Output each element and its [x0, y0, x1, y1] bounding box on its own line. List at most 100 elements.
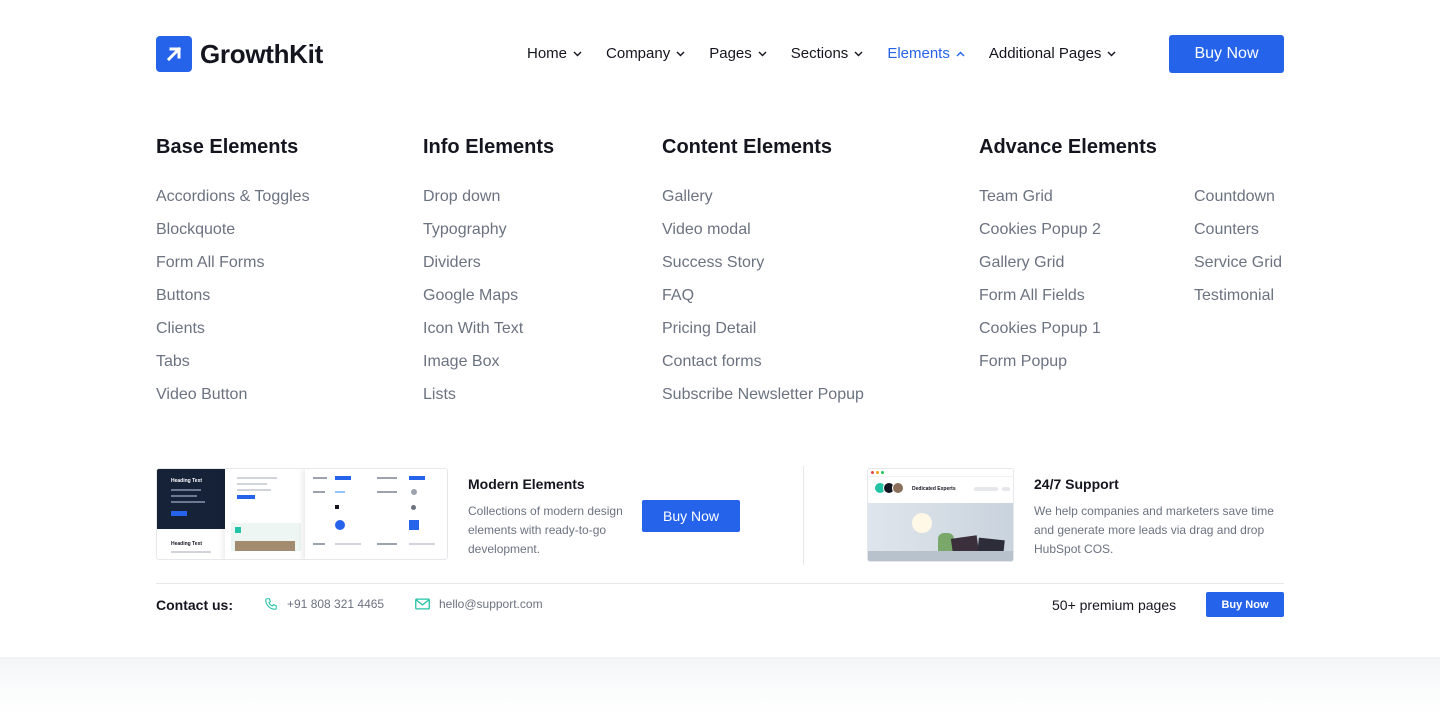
mail-icon: [415, 598, 430, 610]
menu-link[interactable]: Lists: [423, 385, 554, 418]
menu-link[interactable]: Pricing Detail: [662, 319, 864, 352]
preview-button: [171, 511, 187, 516]
menu-link[interactable]: Tabs: [156, 352, 310, 385]
nav-item-label: Additional Pages: [988, 45, 1102, 62]
menu-link[interactable]: Testimonial: [1194, 286, 1282, 319]
desk-shape: [868, 551, 1013, 561]
preview-middle-panel: [225, 469, 307, 559]
chevron-down-icon: [1107, 51, 1116, 56]
workspace-photo: [868, 503, 1013, 561]
menu-list: Drop down Typography Dividers Google Map…: [423, 187, 554, 418]
chevron-down-icon: [854, 51, 863, 56]
nav-item-sections[interactable]: Sections: [791, 45, 864, 62]
menu-link[interactable]: Countdown: [1194, 187, 1282, 220]
modern-elements-preview: Heading Text Heading Text: [156, 468, 448, 560]
horizontal-divider: [156, 583, 1284, 584]
nav-item-label: Elements: [887, 45, 950, 62]
preview-dot: [411, 489, 417, 495]
buy-now-button[interactable]: Buy Now: [1169, 35, 1284, 73]
preview-heading: Heading Text: [171, 478, 203, 484]
menu-column-info: Info Elements Drop down Typography Divid…: [423, 134, 554, 418]
preview-browser-bar: [868, 469, 1013, 477]
menu-link[interactable]: Subscribe Newsletter Popup: [662, 385, 864, 418]
lamp-shape: [912, 513, 932, 533]
menu-link[interactable]: Typography: [423, 220, 554, 253]
promo-text: Collections of modern design elements wi…: [468, 504, 623, 556]
menu-link[interactable]: Blockquote: [156, 220, 310, 253]
support-text: We help companies and marketers save tim…: [1034, 504, 1274, 556]
menu-link[interactable]: Counters: [1194, 220, 1282, 253]
support-preview: Dedicated Experts: [867, 468, 1014, 562]
nav-item-pages[interactable]: Pages: [709, 45, 767, 62]
logo[interactable]: GrowthKit: [156, 36, 323, 72]
preview-pill: [1002, 487, 1010, 491]
window-dot: [881, 471, 884, 474]
nav-item-elements[interactable]: Elements: [887, 45, 965, 62]
menu-link[interactable]: Service Grid: [1194, 253, 1282, 286]
logo-text: GrowthKit: [200, 38, 323, 69]
footer-buy-now-button[interactable]: Buy Now: [1206, 592, 1284, 617]
menu-link[interactable]: Team Grid: [979, 187, 1157, 220]
nav-item-label: Home: [527, 45, 568, 62]
menu-link[interactable]: Contact forms: [662, 352, 864, 385]
chevron-down-icon: [573, 51, 582, 56]
preview-photo: [235, 541, 295, 551]
menu-link[interactable]: Dividers: [423, 253, 554, 286]
nav-item-additional-pages[interactable]: Additional Pages: [989, 45, 1117, 62]
menu-link[interactable]: Accordions & Toggles: [156, 187, 310, 220]
support-title: 24/7 Support: [1034, 476, 1119, 492]
column-title: Advance Elements: [979, 136, 1157, 158]
preview-tab: [335, 476, 351, 480]
menu-link[interactable]: Icon With Text: [423, 319, 554, 352]
menu-link[interactable]: Gallery: [662, 187, 864, 220]
nav-item-label: Sections: [790, 45, 849, 62]
contact-email: hello@support.com: [439, 597, 543, 611]
window-dot: [876, 471, 879, 474]
contact-email-link[interactable]: hello@support.com: [415, 597, 543, 611]
menu-link[interactable]: FAQ: [662, 286, 864, 319]
promo-buy-now-button[interactable]: Buy Now: [642, 500, 740, 532]
menu-link[interactable]: Form Popup: [979, 352, 1157, 385]
menu-link[interactable]: Form All Fields: [979, 286, 1157, 319]
menu-link[interactable]: Clients: [156, 319, 310, 352]
arrow-up-right-icon: [156, 36, 192, 72]
premium-pages-text: 50+ premium pages: [1052, 597, 1177, 613]
preview-dot: [411, 505, 416, 510]
menu-link[interactable]: Cookies Popup 1: [979, 319, 1157, 352]
menu-link[interactable]: Video modal: [662, 220, 864, 253]
menu-link[interactable]: Video Button: [156, 385, 310, 418]
menu-link[interactable]: Buttons: [156, 286, 310, 319]
promo-title: Modern Elements: [468, 476, 585, 492]
menu-link[interactable]: Drop down: [423, 187, 554, 220]
preview-label: Dedicated Experts: [912, 486, 956, 492]
nav-item-company[interactable]: Company: [606, 45, 685, 62]
menu-link[interactable]: Success Story: [662, 253, 864, 286]
preview-line: [171, 489, 201, 491]
vertical-divider: [803, 466, 804, 565]
nav-item-label: Company: [606, 45, 671, 62]
preview-tab: [409, 476, 425, 480]
menu-link[interactable]: Cookies Popup 2: [979, 220, 1157, 253]
menu-link[interactable]: Gallery Grid: [979, 253, 1157, 286]
menu-list: Countdown Counters Service Grid Testimon…: [1194, 187, 1282, 319]
menu-column-advance: Advance Elements Team Grid Cookies Popup…: [979, 134, 1157, 385]
menu-link[interactable]: Image Box: [423, 352, 554, 385]
preview-square: [235, 527, 241, 533]
chevron-up-icon: [956, 51, 965, 56]
preview-line: [171, 495, 197, 497]
menu-list: Accordions & Toggles Blockquote Form All…: [156, 187, 310, 418]
menu-column-advance-extra: Countdown Counters Service Grid Testimon…: [1194, 187, 1282, 319]
preview-line: [335, 543, 361, 545]
column-title: Info Elements: [423, 136, 555, 158]
menu-link[interactable]: Form All Forms: [156, 253, 310, 286]
main-nav: Home Company Pages Sections Elements Add…: [527, 45, 1140, 62]
column-title: Base Elements: [156, 136, 299, 158]
nav-item-home[interactable]: Home: [527, 45, 582, 62]
chevron-down-icon: [758, 51, 767, 56]
menu-link[interactable]: Google Maps: [423, 286, 554, 319]
contact-phone: +91 808 321 4465: [287, 597, 385, 611]
play-icon: [409, 520, 419, 530]
window-dot: [871, 471, 874, 474]
page-below-shadow: [0, 657, 1440, 715]
contact-phone-link[interactable]: +91 808 321 4465: [264, 597, 384, 611]
